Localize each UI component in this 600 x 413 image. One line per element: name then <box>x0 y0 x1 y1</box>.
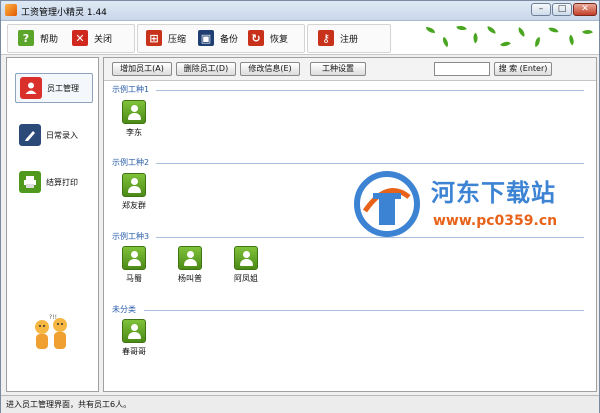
sidebar-item-label: 日常录入 <box>46 130 78 140</box>
worktype-settings-button[interactable]: 工种设置 <box>310 62 366 76</box>
search-button[interactable]: 搜 索 (Enter) <box>494 62 552 76</box>
employee-name: 郑友群 <box>122 201 146 210</box>
delete-employee-button[interactable]: 删除员工(D) <box>176 62 236 76</box>
watermark-title: 河东下载站 <box>431 179 556 207</box>
app-window: 工资管理小精灵 1.44 – □ ✕ ? 帮助 ✕ 关闭 ⊞ 压缩 ▣ 备份 ↻… <box>0 0 600 413</box>
sidebar-item-label: 员工管理 <box>47 83 79 93</box>
backup-label: 备份 <box>220 34 239 45</box>
edit-info-button[interactable]: 修改信息(E) <box>240 62 300 76</box>
restore-label: 恢复 <box>270 34 289 45</box>
floppy-disk-icon: ▣ <box>198 30 214 46</box>
help-icon: ? <box>18 30 34 46</box>
close-label: 关闭 <box>94 34 113 45</box>
sidebar-item-employee-management[interactable]: 员工管理 <box>15 73 93 103</box>
employee-name: 春哥哥 <box>122 347 146 356</box>
watermark-url: www.pc0359.cn <box>433 213 558 229</box>
close-icon: ✕ <box>72 30 88 46</box>
pen-icon <box>19 124 41 146</box>
status-bar: 进入员工管理界面，共有员工6人。 <box>1 395 599 413</box>
person-icon <box>20 77 42 99</box>
restore-button[interactable]: ↻ 恢复 <box>248 28 288 48</box>
employee-icon <box>122 173 146 197</box>
sidebar-item-settlement-print[interactable]: 结算打印 <box>15 167 93 197</box>
employee-icon <box>122 246 146 270</box>
watermark-logo <box>351 171 423 237</box>
compress-icon: ⊞ <box>146 30 162 46</box>
svg-text:?!!: ?!! <box>49 314 57 321</box>
printer-icon <box>19 171 41 193</box>
employee-icon <box>178 246 202 270</box>
maximize-button[interactable]: □ <box>552 3 572 16</box>
help-button[interactable]: ? 帮助 <box>18 28 58 48</box>
employee-icon <box>122 100 146 124</box>
key-icon: ⚷ <box>318 30 334 46</box>
module-sidebar: 员工管理 日常录入 结算打印 ?!! <box>6 57 99 392</box>
employee-card[interactable]: 李东 <box>112 100 156 138</box>
backup-button[interactable]: ▣ 备份 <box>198 28 238 48</box>
group-divider <box>156 237 584 238</box>
compress-label: 压缩 <box>168 34 187 45</box>
search-input[interactable] <box>434 62 490 76</box>
register-button[interactable]: ⚷ 注册 <box>318 28 358 48</box>
add-employee-button[interactable]: 增加员工(A) <box>112 62 172 76</box>
employee-card[interactable]: 郑友群 <box>112 173 156 211</box>
employee-name: 杨叫普 <box>178 274 202 283</box>
group-divider <box>156 90 584 91</box>
group-divider <box>144 310 584 311</box>
restore-icon: ↻ <box>248 30 264 46</box>
close-window-button[interactable]: ✕ <box>573 3 597 16</box>
mascot-illustration: ?!! <box>27 313 77 353</box>
employee-card[interactable]: 杨叫普 <box>168 246 212 284</box>
minimize-button[interactable]: – <box>531 3 551 16</box>
window-title: 工资管理小精灵 1.44 <box>21 8 107 18</box>
status-text: 进入员工管理界面，共有员工6人。 <box>6 400 132 409</box>
compress-button[interactable]: ⊞ 压缩 <box>146 28 186 48</box>
group-divider <box>156 163 584 164</box>
employee-card[interactable]: 马蜀 <box>112 246 156 284</box>
sidebar-item-daily-entry[interactable]: 日常录入 <box>15 120 93 150</box>
title-bar: 工资管理小精灵 1.44 – □ ✕ <box>1 1 599 21</box>
group-header: 示例工种3 <box>112 232 150 241</box>
toolbar: ? 帮助 ✕ 关闭 ⊞ 压缩 ▣ 备份 ↻ 恢复 ⚷ 注册 <box>1 21 599 55</box>
action-bar: 增加员工(A) 删除员工(D) 修改信息(E) 工种设置 搜 索 (Enter) <box>104 58 596 81</box>
employee-icon <box>234 246 258 270</box>
employee-icon <box>122 319 146 343</box>
register-label: 注册 <box>340 34 359 45</box>
toolbar-group-app: ? 帮助 ✕ 关闭 <box>7 24 135 53</box>
employee-name: 阿凤姐 <box>234 274 258 283</box>
group-header: 未分类 <box>112 305 136 314</box>
sidebar-item-label: 结算打印 <box>46 177 78 187</box>
toolbar-group-register: ⚷ 注册 <box>307 24 391 53</box>
employee-card[interactable]: 春哥哥 <box>112 319 156 357</box>
employee-name: 马蜀 <box>126 274 142 283</box>
help-label: 帮助 <box>40 34 59 45</box>
employee-card[interactable]: 阿凤姐 <box>224 246 268 284</box>
group-header: 示例工种2 <box>112 158 150 167</box>
employee-name: 李东 <box>126 128 142 137</box>
close-button[interactable]: ✕ 关闭 <box>72 28 112 48</box>
app-icon <box>5 4 17 16</box>
group-header: 示例工种1 <box>112 85 150 94</box>
toolbar-group-data: ⊞ 压缩 ▣ 备份 ↻ 恢复 <box>137 24 305 53</box>
